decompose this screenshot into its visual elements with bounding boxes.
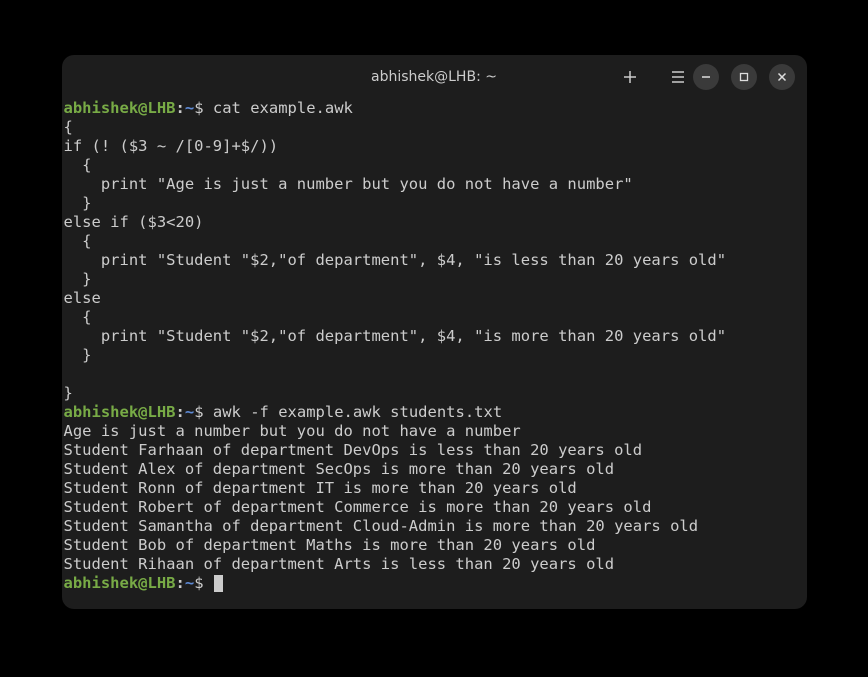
output-line: Age is just a number but you do not have…: [62, 422, 807, 441]
script-line: }: [62, 270, 807, 289]
output-line: Student Rihaan of department Arts is les…: [62, 555, 807, 574]
prompt-host: LHB: [148, 574, 176, 592]
script-line: }: [62, 194, 807, 213]
awk-output: Age is just a number but you do not have…: [62, 422, 807, 574]
output-line: Student Robert of department Commerce is…: [62, 498, 807, 517]
prompt-colon: :: [176, 574, 185, 592]
output-line: Student Alex of department SecOps is mor…: [62, 460, 807, 479]
title-bar: abhishek@LHB: ~: [62, 55, 807, 99]
prompt-colon: :: [176, 99, 185, 117]
window-controls: [693, 64, 795, 90]
minimize-button[interactable]: [693, 64, 719, 90]
title-bar-actions: [617, 64, 691, 90]
script-line: else: [62, 289, 807, 308]
maximize-icon: [739, 72, 749, 82]
prompt-path: ~: [185, 574, 194, 592]
output-line: Student Samantha of department Cloud-Adm…: [62, 517, 807, 536]
prompt-path: ~: [185, 403, 194, 421]
prompt-at: @: [138, 574, 147, 592]
command-cat: cat example.awk: [213, 99, 353, 117]
prompt-host: LHB: [148, 99, 176, 117]
script-line: else if ($3<20): [62, 213, 807, 232]
script-line: print "Age is just a number but you do n…: [62, 175, 807, 194]
script-line: if (! ($3 ~ /[0-9]+$/)): [62, 137, 807, 156]
prompt-line-empty: abhishek@LHB:~$: [62, 574, 807, 593]
script-line: {: [62, 156, 807, 175]
plus-icon: [623, 70, 637, 84]
output-line: Student Ronn of department IT is more th…: [62, 479, 807, 498]
script-line: {: [62, 118, 807, 137]
minimize-icon: [701, 72, 711, 82]
menu-button[interactable]: [665, 64, 691, 90]
prompt-dollar: $: [194, 403, 203, 421]
script-line: }: [62, 384, 807, 403]
terminal-body[interactable]: abhishek@LHB:~$ cat example.awk {if (! (…: [62, 99, 807, 609]
prompt-at: @: [138, 403, 147, 421]
script-line: {: [62, 232, 807, 251]
prompt-user: abhishek: [64, 574, 139, 592]
prompt-line: abhishek@LHB:~$ cat example.awk: [62, 99, 807, 118]
script-line: print "Student "$2,"of department", $4, …: [62, 251, 807, 270]
cursor: [214, 575, 223, 592]
script-line: print "Student "$2,"of department", $4, …: [62, 327, 807, 346]
close-icon: [777, 72, 787, 82]
new-tab-button[interactable]: [617, 64, 643, 90]
prompt-user: abhishek: [64, 403, 139, 421]
prompt-line: abhishek@LHB:~$ awk -f example.awk stude…: [62, 403, 807, 422]
prompt-host: LHB: [148, 403, 176, 421]
command-awk: awk -f example.awk students.txt: [213, 403, 502, 421]
output-line: Student Bob of department Maths is more …: [62, 536, 807, 555]
prompt-dollar: $: [194, 574, 203, 592]
output-line: Student Farhaan of department DevOps is …: [62, 441, 807, 460]
prompt-dollar: $: [194, 99, 203, 117]
prompt-user: abhishek: [64, 99, 139, 117]
script-line: [62, 365, 807, 384]
prompt-path: ~: [185, 99, 194, 117]
maximize-button[interactable]: [731, 64, 757, 90]
prompt-colon: :: [176, 403, 185, 421]
script-output: {if (! ($3 ~ /[0-9]+$/)) { print "Age is…: [62, 118, 807, 403]
prompt-at: @: [138, 99, 147, 117]
window-title: abhishek@LHB: ~: [371, 69, 497, 85]
hamburger-icon: [671, 71, 685, 83]
terminal-window: abhishek@LHB: ~ abhishek@LHB:~$ cat exam…: [62, 55, 807, 609]
script-line: {: [62, 308, 807, 327]
close-button[interactable]: [769, 64, 795, 90]
script-line: }: [62, 346, 807, 365]
